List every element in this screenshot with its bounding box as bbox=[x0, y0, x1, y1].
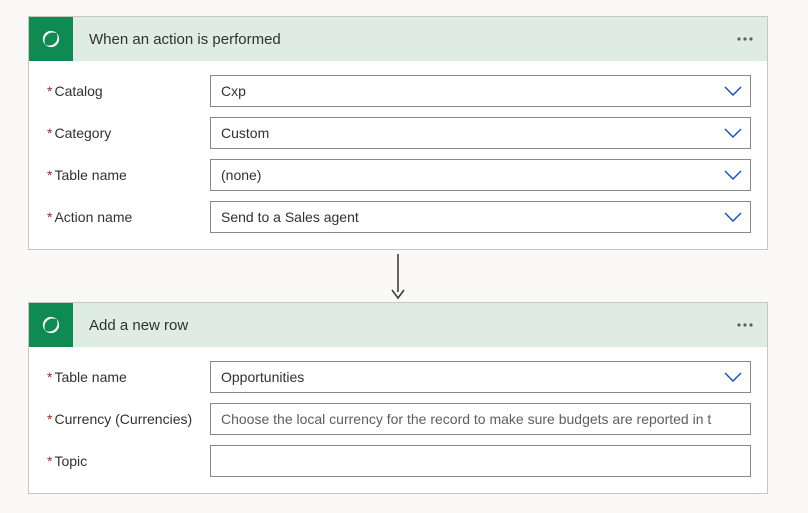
dataverse-icon bbox=[29, 17, 73, 61]
chevron-down-icon bbox=[724, 371, 742, 383]
chevron-down-icon bbox=[724, 211, 742, 223]
action-body: *Table name Opportunities *Currency (Cur… bbox=[29, 347, 767, 493]
trigger-card: When an action is performed *Catalog Cxp… bbox=[28, 16, 768, 250]
field-row-table-name: *Table name Opportunities bbox=[45, 361, 751, 393]
trigger-menu-button[interactable] bbox=[723, 17, 767, 61]
field-label: *Category bbox=[45, 125, 210, 141]
field-label: *Table name bbox=[45, 167, 210, 183]
field-label: *Action name bbox=[45, 209, 210, 225]
chevron-down-icon bbox=[724, 169, 742, 181]
field-label: *Table name bbox=[45, 369, 210, 385]
field-row-topic: *Topic bbox=[45, 445, 751, 477]
action-header[interactable]: Add a new row bbox=[29, 303, 767, 347]
field-row-catalog: *Catalog Cxp bbox=[45, 75, 751, 107]
trigger-body: *Catalog Cxp *Category Custom bbox=[29, 61, 767, 249]
field-row-table-name: *Table name (none) bbox=[45, 159, 751, 191]
field-row-currency: *Currency (Currencies) Choose the local … bbox=[45, 403, 751, 435]
field-row-category: *Category Custom bbox=[45, 117, 751, 149]
chevron-down-icon bbox=[724, 85, 742, 97]
topic-input[interactable] bbox=[210, 445, 751, 477]
field-label: *Currency (Currencies) bbox=[45, 411, 210, 427]
dataverse-icon bbox=[29, 303, 73, 347]
action-name-select[interactable]: Send to a Sales agent bbox=[210, 201, 751, 233]
currency-input[interactable]: Choose the local currency for the record… bbox=[210, 403, 751, 435]
trigger-header[interactable]: When an action is performed bbox=[29, 17, 767, 61]
field-label: *Catalog bbox=[45, 83, 210, 99]
trigger-title: When an action is performed bbox=[73, 31, 723, 48]
catalog-select[interactable]: Cxp bbox=[210, 75, 751, 107]
table-name-select[interactable]: (none) bbox=[210, 159, 751, 191]
field-row-action-name: *Action name Send to a Sales agent bbox=[45, 201, 751, 233]
category-select[interactable]: Custom bbox=[210, 117, 751, 149]
action-title: Add a new row bbox=[73, 317, 723, 334]
chevron-down-icon bbox=[724, 127, 742, 139]
action-card: Add a new row *Table name Opportunities … bbox=[28, 302, 768, 494]
action-table-name-select[interactable]: Opportunities bbox=[210, 361, 751, 393]
action-menu-button[interactable] bbox=[723, 303, 767, 347]
field-label: *Topic bbox=[45, 453, 210, 469]
flow-arrow bbox=[28, 250, 768, 302]
